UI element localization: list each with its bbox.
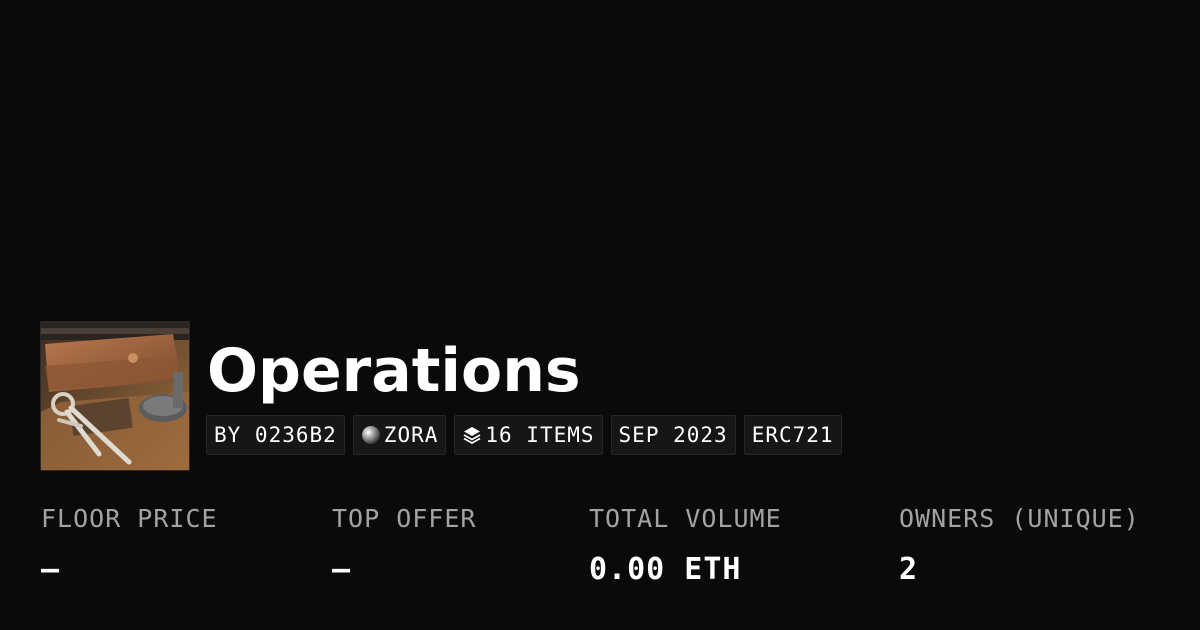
- owners-value: 2: [899, 552, 919, 587]
- chain-chip[interactable]: ZORA: [352, 415, 447, 455]
- creator-label: BY 0236B2: [214, 423, 337, 447]
- total-volume-value: 0.00 ETH: [589, 552, 742, 587]
- collection-thumbnail: [40, 321, 190, 471]
- items-label: 16 ITEMS: [485, 423, 595, 447]
- standard-label: ERC721: [751, 423, 834, 447]
- collection-meta-chips: BY 0236B2 ZORA 16 ITEMS SEP 2023 ERC721: [206, 415, 842, 455]
- chain-label: ZORA: [383, 423, 439, 447]
- floor-price-label: FLOOR PRICE: [41, 504, 218, 533]
- date-chip: SEP 2023: [610, 415, 736, 455]
- items-chip[interactable]: 16 ITEMS: [454, 415, 603, 455]
- collection-title: Operations: [207, 336, 581, 406]
- owners-label: OWNERS (UNIQUE): [899, 504, 1140, 533]
- sphere-icon: [361, 425, 381, 445]
- layers-icon: [462, 425, 482, 445]
- floor-price-value: –: [41, 552, 61, 587]
- standard-chip: ERC721: [743, 415, 842, 455]
- top-offer-label: TOP OFFER: [332, 504, 477, 533]
- total-volume-label: TOTAL VOLUME: [589, 504, 782, 533]
- date-label: SEP 2023: [618, 423, 728, 447]
- top-offer-value: –: [332, 552, 352, 587]
- thumbnail-image: [41, 322, 189, 470]
- creator-chip[interactable]: BY 0236B2: [206, 415, 345, 455]
